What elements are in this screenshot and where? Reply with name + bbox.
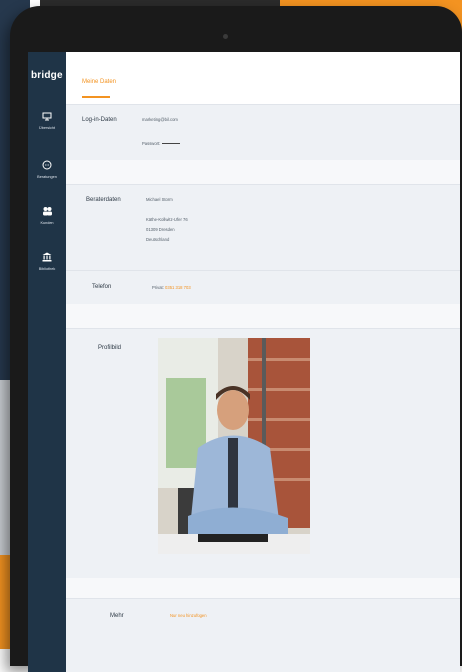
library-icon (28, 252, 66, 265)
sidebar-item-label: Kunden (40, 221, 54, 225)
password-mask (162, 143, 181, 145)
advisor-street: Käthe-Kollwitz-Ufer 76 (146, 217, 188, 222)
login-password-row[interactable]: Passwort: (142, 139, 181, 148)
advisor-name: Michael Storm (146, 197, 173, 202)
profile-label: Profilbild (98, 345, 122, 351)
sidebar-item-label: Beratungen (37, 175, 57, 179)
sidebar-item-label: Bibliothek (38, 267, 56, 271)
advisor-label: Beraterdaten (86, 197, 121, 203)
tablet-frame: bridge Übersicht Beratungen Kunden Bibli… (10, 6, 462, 672)
sidebar-item-overview[interactable]: Übersicht (28, 112, 66, 130)
app-screen: bridge Übersicht Beratungen Kunden Bibli… (28, 52, 460, 672)
sidebar-item-library[interactable]: Bibliothek (28, 252, 66, 271)
section-divider (66, 160, 460, 184)
chat-icon (28, 160, 66, 173)
section-advisor: Beraterdaten Michael Storm Käthe-Kollwit… (66, 184, 460, 271)
sidebar: bridge Übersicht Beratungen Kunden Bibli… (28, 52, 66, 672)
section-phone: Telefon Privat: 0351 318 703 (66, 270, 460, 305)
section-login: Log-in-Daten marketing@bil.com Passwort: (66, 104, 460, 161)
login-email: marketing@bil.com (142, 117, 178, 122)
sidebar-item-customers[interactable]: Kunden (28, 206, 66, 225)
more-label: Mehr (110, 613, 124, 619)
phone-value: Privat: 0351 318 703 (152, 283, 191, 292)
app-logo[interactable]: bridge (31, 70, 63, 81)
section-divider (66, 304, 460, 328)
tab-my-data[interactable]: Meine Daten (82, 79, 116, 85)
users-icon (28, 206, 66, 219)
login-label: Log-in-Daten (82, 117, 117, 123)
sidebar-item-consultations[interactable]: Beratungen (28, 160, 66, 179)
advisor-city: 01309 Dresden (146, 227, 175, 232)
section-divider (66, 578, 460, 598)
password-label: Passwort: (142, 141, 161, 146)
section-more: Mehr Nur neu hinzufügen (66, 598, 460, 672)
tab-active-indicator (82, 96, 110, 98)
advisor-country: Deutschland (146, 237, 170, 242)
profile-photo[interactable] (158, 338, 310, 554)
phone-number-link[interactable]: 0351 318 703 (165, 285, 191, 290)
sidebar-item-label: Übersicht (38, 126, 56, 130)
monitor-icon (28, 112, 66, 124)
phone-prefix: Privat: (152, 285, 164, 290)
phone-label: Telefon (92, 284, 112, 290)
more-link[interactable]: Nur neu hinzufügen (170, 611, 207, 620)
camera-dot (223, 34, 228, 39)
top-bar: Meine Daten (66, 52, 460, 104)
main-content: Meine Daten Log-in-Daten marketing@bil.c… (66, 52, 460, 672)
profile-photo-illustration (158, 338, 310, 554)
